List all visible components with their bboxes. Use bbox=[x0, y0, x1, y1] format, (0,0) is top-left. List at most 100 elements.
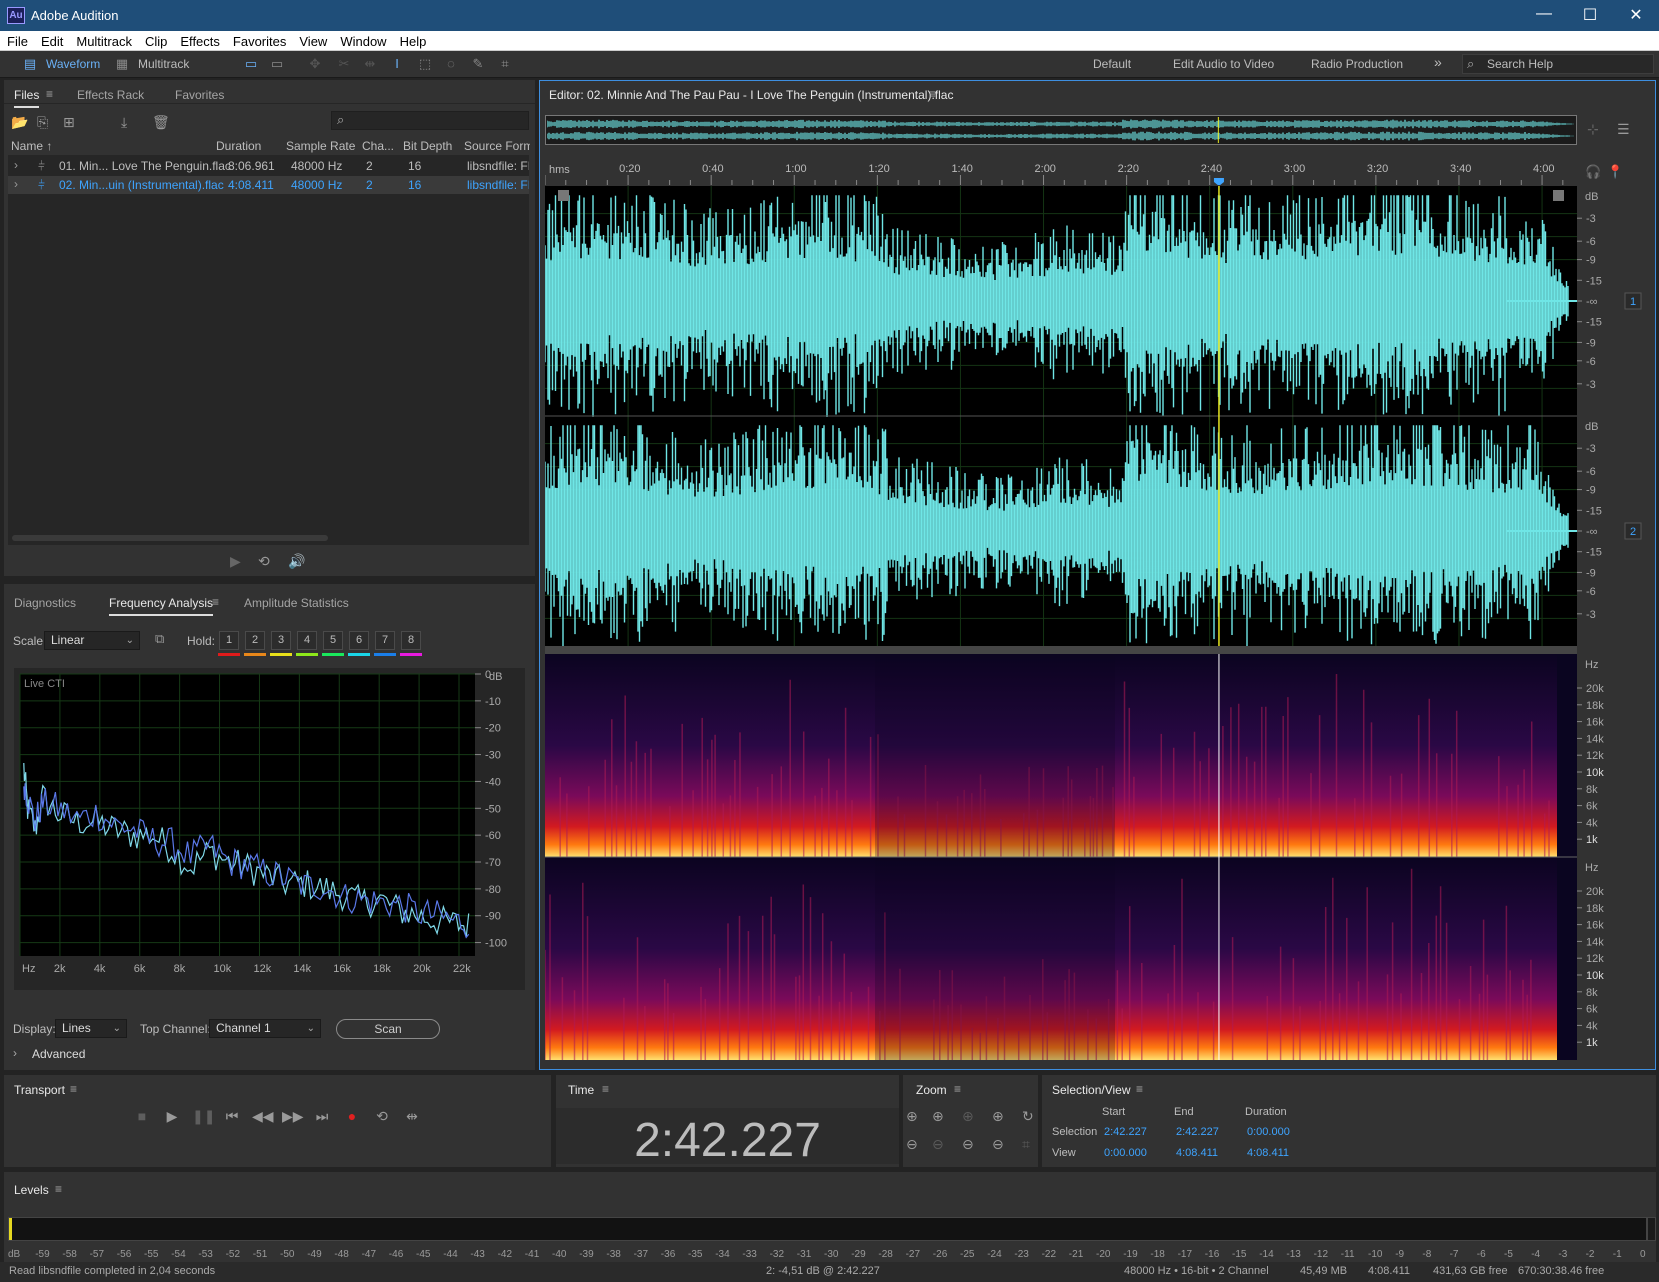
selection-duration-field[interactable]: 0:00.000 bbox=[1247, 1126, 1290, 1138]
scale-dropdown[interactable]: Linear ⌄ bbox=[44, 631, 140, 650]
zoom-out-amplitude-icon[interactable]: ⊖ bbox=[906, 1136, 918, 1153]
files-menu-icon[interactable]: ≡ bbox=[46, 87, 53, 101]
razor-tool-icon[interactable]: ✂ bbox=[336, 57, 352, 71]
zoom-out-full-icon[interactable]: ⊖ bbox=[992, 1136, 1004, 1153]
tab-frequency-analysis[interactable]: Frequency Analysis bbox=[109, 596, 214, 616]
marquee-tool-icon[interactable]: ⬚ bbox=[417, 57, 433, 71]
multitrack-view-button[interactable]: Multitrack bbox=[138, 55, 189, 74]
autoplay-icon[interactable]: 🔊 bbox=[288, 553, 305, 570]
hold-1-button[interactable]: 1 bbox=[219, 631, 239, 650]
view-start-field[interactable]: 0:00.000 bbox=[1104, 1147, 1147, 1159]
editor-menu-icon[interactable]: ≡ bbox=[929, 87, 936, 101]
levels-menu-icon[interactable]: ≡ bbox=[55, 1182, 62, 1196]
hold-3-button[interactable]: 3 bbox=[271, 631, 291, 650]
zoom-reset-icon[interactable]: ↻ bbox=[1022, 1108, 1034, 1125]
hold-6-button[interactable]: 6 bbox=[349, 631, 369, 650]
waveform-view-button[interactable]: Waveform bbox=[46, 55, 100, 74]
play-file-icon[interactable]: ▶ bbox=[230, 553, 241, 570]
time-menu-icon[interactable]: ≡ bbox=[602, 1082, 609, 1096]
display-dropdown[interactable]: Lines ⌄ bbox=[55, 1019, 127, 1038]
panel-options-icon[interactable]: ☰ bbox=[1617, 121, 1630, 138]
zoom-menu-icon[interactable]: ≡ bbox=[954, 1082, 961, 1096]
zoom-in-point-icon[interactable]: ⊕ bbox=[992, 1108, 1004, 1125]
view-divider[interactable] bbox=[545, 646, 1577, 654]
play-icon[interactable]: ▶ bbox=[162, 1107, 182, 1125]
file-row[interactable]: › ⫩ 01. Min... Love The Penguin.flac 8:0… bbox=[8, 157, 529, 175]
file-row-selected[interactable]: › ⫩ 02. Min...uin (Instrumental).flac 4:… bbox=[8, 176, 529, 194]
menu-view[interactable]: View bbox=[292, 31, 333, 49]
move-tool-icon[interactable]: ✥ bbox=[307, 57, 323, 71]
delete-icon[interactable]: 🗑 bbox=[152, 114, 170, 131]
menu-favorites[interactable]: Favorites bbox=[226, 31, 292, 49]
headphones-icon[interactable]: 🎧 bbox=[1585, 164, 1601, 180]
hold-7-button[interactable]: 7 bbox=[375, 631, 395, 650]
view-duration-field[interactable]: 4:08.411 bbox=[1247, 1147, 1289, 1159]
tab-diagnostics[interactable]: Diagnostics bbox=[14, 596, 76, 610]
zoom-out-time-icon[interactable]: ⊖ bbox=[932, 1136, 944, 1153]
search-help-input[interactable]: Search Help bbox=[1462, 54, 1654, 74]
rewind-icon[interactable]: ◀◀ bbox=[252, 1107, 274, 1125]
more-workspaces-icon[interactable]: » bbox=[1434, 54, 1442, 70]
tab-files[interactable]: Files bbox=[14, 88, 40, 108]
top-channel-dropdown[interactable]: Channel 1 ⌄ bbox=[209, 1019, 321, 1038]
menu-effects[interactable]: Effects bbox=[173, 31, 226, 49]
hold-2-button[interactable]: 2 bbox=[245, 631, 265, 650]
slip-tool-icon[interactable]: ⇹ bbox=[362, 57, 378, 71]
minimize-button[interactable]: — bbox=[1529, 5, 1559, 23]
advanced-chevron-icon[interactable]: › bbox=[13, 1046, 17, 1060]
tab-favorites[interactable]: Favorites bbox=[175, 88, 224, 102]
tab-amplitude-statistics[interactable]: Amplitude Statistics bbox=[244, 596, 349, 610]
workspace-default[interactable]: Default bbox=[1093, 57, 1131, 71]
to-start-icon[interactable]: ⏮ bbox=[222, 1107, 242, 1125]
workspace-edit-audio-to-video[interactable]: Edit Audio to Video bbox=[1173, 57, 1274, 71]
scan-button[interactable]: Scan bbox=[336, 1019, 440, 1039]
zoom-selection-icon[interactable]: ⊕ bbox=[962, 1108, 974, 1125]
spot-healing-tool-icon[interactable]: ⌗ bbox=[497, 57, 513, 71]
selection-start-field[interactable]: 2:42.227 bbox=[1104, 1126, 1147, 1138]
files-search-input[interactable] bbox=[331, 111, 529, 130]
col-sample-rate[interactable]: Sample Rate bbox=[286, 139, 355, 153]
time-selection-tool-icon[interactable]: I bbox=[389, 57, 405, 71]
tab-effects-rack[interactable]: Effects Rack bbox=[77, 88, 144, 102]
zoom-center-icon[interactable]: ⌗ bbox=[1022, 1136, 1030, 1153]
transport-menu-icon[interactable]: ≡ bbox=[70, 1082, 77, 1096]
menu-clip[interactable]: Clip bbox=[138, 31, 173, 49]
fast-forward-icon[interactable]: ▶▶ bbox=[282, 1107, 304, 1125]
menu-file[interactable]: File bbox=[0, 31, 34, 49]
zoom-in-time-icon[interactable]: ⊕ bbox=[932, 1108, 944, 1125]
zoom-navigator-icon[interactable]: ⊹ bbox=[1587, 121, 1599, 138]
hold-snapshot-icon[interactable]: ⧉ bbox=[155, 631, 164, 647]
import-file-icon[interactable]: ⎘ bbox=[37, 114, 48, 131]
show-waveform-icon[interactable]: ▭ bbox=[243, 57, 259, 71]
col-duration[interactable]: Duration bbox=[216, 139, 261, 153]
hold-8-button[interactable]: 8 bbox=[401, 631, 421, 650]
close-button[interactable]: ✕ bbox=[1621, 5, 1651, 25]
open-file-icon[interactable]: 📂 bbox=[11, 114, 28, 131]
pin-icon[interactable]: 📍 bbox=[1607, 164, 1623, 180]
lasso-tool-icon[interactable]: ◌ bbox=[443, 57, 459, 71]
clip-indicator[interactable] bbox=[1647, 1217, 1656, 1241]
insert-icon[interactable]: ⤓ bbox=[121, 114, 127, 131]
col-source-format[interactable]: Source Form bbox=[464, 139, 530, 153]
menu-window[interactable]: Window bbox=[333, 31, 392, 49]
menu-edit[interactable]: Edit bbox=[34, 31, 69, 49]
stop-icon[interactable]: ■ bbox=[132, 1107, 152, 1125]
zoom-in-amplitude-icon[interactable]: ⊕ bbox=[906, 1108, 918, 1125]
brush-tool-icon[interactable]: ✎ bbox=[470, 57, 486, 71]
hold-5-button[interactable]: 5 bbox=[323, 631, 343, 650]
zoom-out-point-icon[interactable]: ⊖ bbox=[962, 1136, 974, 1153]
files-scrollbar[interactable] bbox=[12, 535, 328, 541]
record-icon[interactable]: ● bbox=[342, 1107, 362, 1125]
advanced-toggle[interactable]: Advanced bbox=[32, 1047, 85, 1061]
loop-icon[interactable]: ⟲ bbox=[372, 1107, 392, 1125]
col-name[interactable]: Name ↑ bbox=[11, 139, 52, 153]
selection-end-field[interactable]: 2:42.227 bbox=[1176, 1126, 1219, 1138]
skip-selection-icon[interactable]: ⇹ bbox=[402, 1107, 422, 1125]
maximize-button[interactable]: ☐ bbox=[1575, 5, 1605, 25]
show-spectral-icon[interactable]: ▭ bbox=[269, 57, 285, 71]
to-end-icon[interactable]: ⏭ bbox=[312, 1107, 332, 1125]
hold-4-button[interactable]: 4 bbox=[297, 631, 317, 650]
selection-view-menu-icon[interactable]: ≡ bbox=[1136, 1082, 1143, 1096]
workspace-radio-production[interactable]: Radio Production bbox=[1311, 57, 1403, 71]
col-channels[interactable]: Cha... bbox=[362, 139, 394, 153]
